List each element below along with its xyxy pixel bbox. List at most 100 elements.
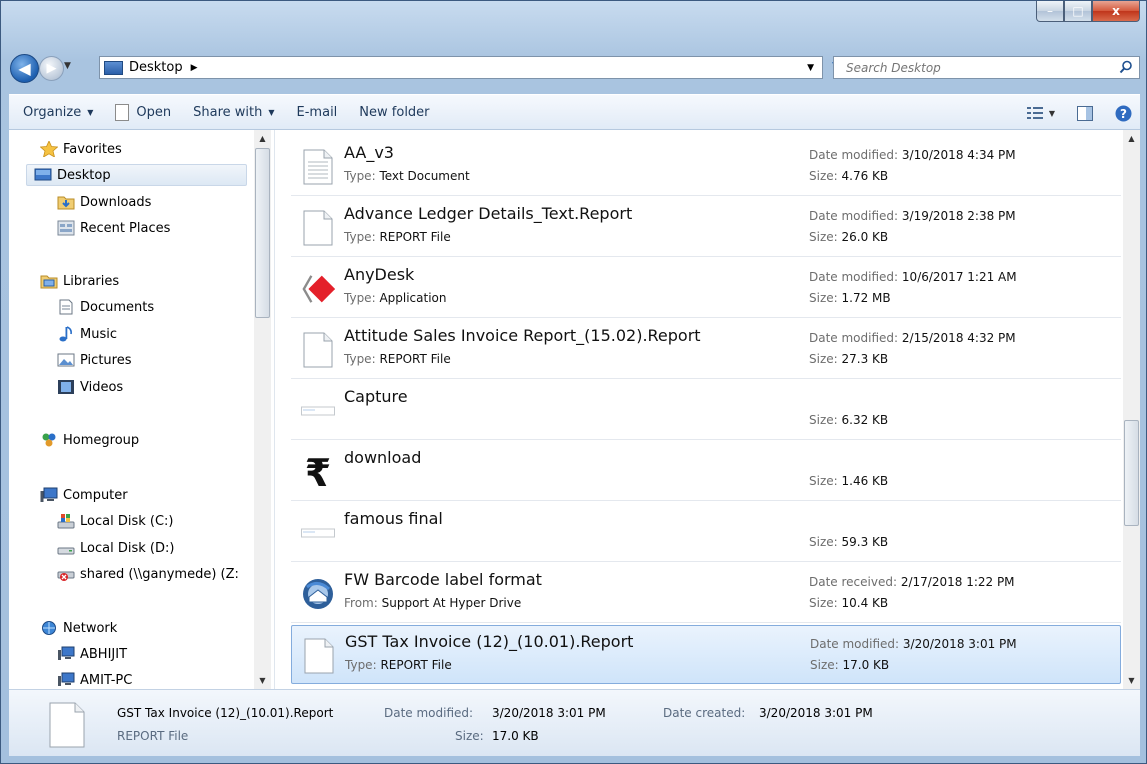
search-box[interactable] — [833, 56, 1140, 79]
sidebar-item-label: AMIT-PC — [80, 672, 133, 688]
help-icon[interactable]: ? — [1115, 105, 1132, 122]
sidebar-item-videos[interactable]: Videos — [57, 376, 123, 398]
network-computer-icon — [57, 646, 75, 662]
file-name: AnyDesk — [344, 265, 415, 284]
file-type: From: Support At Hyper Drive — [344, 596, 522, 610]
search-icon[interactable] — [1119, 60, 1133, 74]
address-bar[interactable]: Desktop ▶ ▼ — [99, 56, 823, 79]
sidebar-item-label: Pictures — [80, 352, 132, 368]
sidebar-item-label: Computer — [63, 487, 128, 503]
file-row[interactable]: AnyDesk Type: Application Date modified: … — [291, 259, 1121, 318]
file-name: Advance Ledger Details_Text.Report — [344, 204, 633, 223]
svg-text:₹: ₹ — [305, 453, 331, 491]
file-name: Capture — [344, 387, 408, 406]
anydesk-icon — [301, 271, 335, 307]
libraries-icon — [40, 273, 58, 289]
recent-pages-dropdown-icon[interactable]: ▼ — [64, 61, 71, 71]
scroll-down-icon[interactable]: ▼ — [1123, 672, 1140, 689]
share-with-button[interactable]: Share with ▼ — [193, 105, 274, 120]
sidebar-item-recent-places[interactable]: Recent Places — [57, 217, 170, 239]
maximize-button[interactable]: □ — [1064, 1, 1092, 22]
open-button[interactable]: Open — [115, 103, 171, 121]
file-size: Size: 1.46 KB — [809, 474, 889, 488]
image-thumbnail-icon — [301, 393, 335, 429]
file-name: AA_v3 — [344, 143, 394, 162]
new-folder-button[interactable]: New folder — [359, 105, 429, 120]
sidebar-item-favorites[interactable]: Favorites — [39, 138, 122, 160]
sidebar-item-amit-pc[interactable]: AMIT-PC — [57, 669, 132, 689]
file-row[interactable]: ₹ download Size: 1.46 KB — [291, 442, 1121, 501]
minimize-button[interactable]: – — [1036, 1, 1064, 22]
pictures-icon — [57, 352, 75, 368]
scrollbar-thumb[interactable] — [1124, 420, 1139, 526]
scroll-up-icon[interactable]: ▲ — [254, 130, 271, 147]
breadcrumb-chevron-icon[interactable]: ▶ — [191, 63, 198, 73]
sidebar-item-network[interactable]: Network — [40, 617, 117, 639]
sidebar-item-label: Libraries — [63, 273, 120, 289]
file-row[interactable]: Advance Ledger Details_Text.Report Type:… — [291, 198, 1121, 257]
chevron-down-icon: ▼ — [87, 107, 94, 117]
organize-label: Organize — [23, 104, 82, 120]
sidebar-item-music[interactable]: Music — [57, 323, 117, 345]
file-type: Type: Application — [344, 291, 447, 305]
sidebar-item-documents[interactable]: Documents — [57, 296, 154, 318]
file-row[interactable]: FW Barcode label format From: Support At… — [291, 564, 1121, 623]
title-bar[interactable]: – □ x — [1, 1, 1146, 43]
organize-button[interactable]: Organize ▼ — [23, 105, 93, 120]
file-row[interactable]: GST Tax Invoice (12)_(10.01).Report Type… — [291, 625, 1121, 684]
file-name: Attitude Sales Invoice Report_(15.02).Re… — [344, 326, 701, 345]
file-row[interactable]: famous final Size: 59.3 KB — [291, 503, 1121, 562]
file-date: Date modified: 10/6/2017 1:21 AM — [809, 270, 1017, 284]
view-dropdown-icon[interactable]: ▼ — [1049, 109, 1055, 118]
sidebar-item-local-disk-d[interactable]: Local Disk (D:) — [57, 537, 174, 559]
details-size-label: Size: — [455, 729, 484, 743]
file-size: Size: 1.72 MB — [809, 291, 891, 305]
sidebar-item-libraries[interactable]: Libraries — [40, 270, 119, 292]
scroll-up-icon[interactable]: ▲ — [1123, 130, 1140, 147]
address-dropdown-icon[interactable]: ▼ — [807, 63, 814, 73]
chevron-down-icon: ▼ — [268, 107, 275, 117]
forward-button[interactable]: ▶ — [39, 56, 64, 81]
sidebar-item-label: Downloads — [80, 194, 152, 210]
sidebar-item-label: Homegroup — [63, 432, 140, 448]
view-options-icon[interactable] — [1026, 106, 1043, 120]
file-date: Date modified: 3/10/2018 4:34 PM — [809, 148, 1016, 162]
file-name: FW Barcode label format — [344, 570, 542, 589]
sidebar-item-local-disk-c[interactable]: Local Disk (C:) — [57, 510, 173, 532]
file-row[interactable]: Capture Size: 6.32 KB — [291, 381, 1121, 440]
sidebar-item-homegroup[interactable]: Homegroup — [40, 429, 139, 451]
file-type: Type: REPORT File — [344, 352, 451, 366]
svg-text:?: ? — [1120, 107, 1127, 121]
sidebar-item-shared-ganymede-z[interactable]: shared (\\ganymede) (Z: — [57, 563, 239, 585]
breadcrumb-desktop[interactable]: Desktop — [129, 60, 183, 75]
scrollbar-thumb[interactable] — [255, 148, 270, 318]
sidebar-item-label: shared (\\ganymede) (Z: — [80, 566, 239, 582]
email-button[interactable]: E-mail — [297, 105, 338, 120]
content-area: Favorites Desktop Downloads Recent Places Li… — [9, 130, 1140, 689]
navigation-pane: Favorites Desktop Downloads Recent Places Li… — [9, 130, 275, 689]
network-computer-icon — [57, 672, 75, 688]
back-button[interactable]: ◀ — [10, 54, 39, 83]
details-file-name: GST Tax Invoice (12)_(10.01).Report — [117, 706, 334, 720]
sidebar-item-downloads[interactable]: Downloads — [57, 191, 151, 213]
search-input[interactable] — [844, 59, 1098, 76]
file-row[interactable]: Attitude Sales Invoice Report_(15.02).Re… — [291, 320, 1121, 379]
navigation-pane-scrollbar[interactable]: ▲ ▼ — [254, 130, 271, 689]
sidebar-item-abhijit[interactable]: ABHIJIT — [57, 643, 127, 665]
preview-pane-icon[interactable] — [1077, 105, 1093, 121]
sidebar-item-pictures[interactable]: Pictures — [57, 349, 131, 371]
scroll-down-icon[interactable]: ▼ — [254, 672, 271, 689]
sidebar-item-computer[interactable]: Computer — [40, 484, 128, 506]
file-type: Type: Text Document — [344, 169, 470, 183]
file-list-scrollbar[interactable]: ▲ ▼ — [1123, 130, 1140, 689]
file-row[interactable]: AA_v3 Type: Text Document Date modified: … — [291, 137, 1121, 196]
details-date-modified-label: Date modified: — [384, 706, 474, 720]
star-icon — [39, 140, 59, 158]
network-icon — [40, 620, 58, 636]
file-list: AA_v3 Type: Text Document Date modified: … — [275, 130, 1123, 689]
network-drive-disconnected-icon — [57, 566, 75, 582]
close-button[interactable]: x — [1092, 1, 1140, 22]
details-date-modified: 3/20/2018 3:01 PM — [492, 706, 606, 720]
drive-c-icon — [57, 513, 75, 529]
sidebar-item-desktop[interactable]: Desktop — [26, 164, 247, 186]
